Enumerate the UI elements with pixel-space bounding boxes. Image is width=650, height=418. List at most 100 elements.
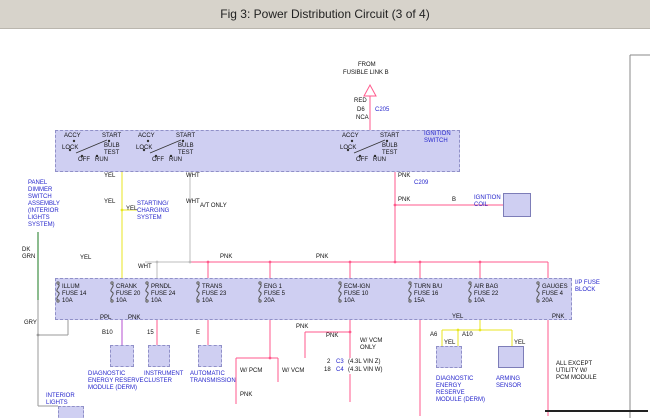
instrument-cluster-label: INSTRUMENT CLUSTER (144, 371, 183, 385)
switch-lever-icon (76, 140, 107, 153)
fuse-number-label: FUSE 16 (414, 291, 438, 298)
fuse-name-label: CRANK (116, 284, 137, 291)
derm-label: DIAGNOSTIC ENERGY RESERVE MODULE (DERM) (88, 371, 143, 392)
fusible-link-arrow-icon (364, 85, 376, 96)
wire-color-yel: YEL (126, 206, 137, 213)
ignition-off-label: OFF (152, 157, 164, 164)
wire-color-red: RED (354, 98, 367, 105)
wire-color-gry: GRY (24, 320, 37, 327)
wire-color-yel: YEL (452, 314, 463, 321)
fuse-symbol-icon (146, 284, 148, 300)
fuse-name-label: PRNDL (151, 284, 171, 291)
starting-charging-label: STARTING/ CHARGING SYSTEM (137, 201, 169, 222)
wiring-diagram-canvas: FROMFUSIBLE LINK BREDD6C205NCAIGNITION S… (0, 0, 650, 418)
wire-junction-dot (479, 329, 482, 332)
switch-contact-icon (386, 140, 388, 142)
switch-lever-icon (150, 140, 181, 153)
ignition-start-label: START (176, 133, 195, 140)
wire-color-pnk: PNK (296, 324, 308, 331)
fuse-terminal-icon (537, 300, 539, 302)
pin-a10: A10 (462, 332, 473, 339)
fuse-name-label: TURN B/U (414, 284, 442, 291)
fuse-terminal-icon (409, 300, 411, 302)
connector-c3-link[interactable]: C3 (336, 359, 344, 366)
fuse-number-label: FUSE 24 (151, 291, 175, 298)
ignition-bulb-test-label: BULB TEST (382, 143, 398, 157)
fuse-terminal-icon (259, 300, 261, 302)
fuse-amp-label: 10A (62, 298, 73, 305)
wire-color-pnk: PNK (398, 197, 410, 204)
fuse-number-label: FUSE 5 (264, 291, 285, 298)
fuse-symbol-icon (197, 284, 199, 300)
wire-junction-dot (394, 261, 397, 264)
wire-layer (0, 0, 650, 418)
fuse-amp-label: 15A (414, 298, 425, 305)
fuse-terminal-icon (111, 282, 113, 284)
fuse-terminal-icon (339, 300, 341, 302)
wire-color-pnk: PNK (326, 333, 338, 340)
ignition-lock-label: LOCK (62, 145, 78, 152)
fuse-terminal-icon (111, 300, 113, 302)
fuse-terminal-icon (146, 300, 148, 302)
fusible-link-label: FUSIBLE LINK B (343, 70, 389, 77)
ignition-accy-label: ACCY (64, 133, 81, 140)
wire-junction-dot (457, 329, 460, 332)
ignition-run-label: RUN (169, 157, 182, 164)
connector-c205-link[interactable]: C205 (375, 107, 389, 114)
wire-color-wht: WHT (138, 264, 152, 271)
fuse-terminal-icon (409, 282, 411, 284)
wire-junction-dot (419, 261, 422, 264)
all-except-note: ALL EXCEPT UTILITY W/ PCM MODULE (556, 361, 597, 382)
fuse-symbol-icon (111, 284, 113, 300)
fuse-terminal-icon (537, 282, 539, 284)
fuse-amp-label: 10A (202, 298, 213, 305)
fuse-name-label: AIR BAG (474, 284, 498, 291)
pin-e: E (196, 330, 200, 337)
switch-contact-icon (351, 140, 353, 142)
fuse-name-label: GAUGES (542, 284, 568, 291)
switch-contact-icon (182, 140, 184, 142)
fuse-name-label: ECM-IGN (344, 284, 370, 291)
automatic-transmission-label: AUTOMATIC TRANSMISSION (190, 371, 236, 385)
w-pcm-label: W/ PCM (240, 368, 262, 375)
wire-junction-dot (207, 261, 210, 264)
wire-color-pnk: PNK (128, 315, 140, 322)
ignition-run-label: RUN (373, 157, 386, 164)
fuse-terminal-icon (197, 300, 199, 302)
pin-15: 15 (147, 330, 154, 337)
ignition-bulb-test-label: BULB TEST (178, 143, 194, 157)
fuse-number-label: FUSE 22 (474, 291, 498, 298)
switch-contact-icon (108, 140, 110, 142)
wire-color-pnk: PNK (552, 314, 564, 321)
fuse-amp-label: 20A (264, 298, 275, 305)
interior-lights-label: INTERIOR LIGHTS (46, 393, 75, 407)
from-label: FROM (358, 62, 376, 69)
fuse-symbol-icon (259, 284, 261, 300)
fuse-terminal-icon (57, 300, 59, 302)
wire-color-yel: YEL (514, 340, 525, 347)
fuse-terminal-icon (469, 300, 471, 302)
wire-color-ppl: PPL (100, 315, 111, 322)
fuse-symbol-icon (57, 284, 59, 300)
fuse-name-label: ILLUM (62, 284, 80, 291)
wire-color-yel: YEL (104, 173, 115, 180)
fuse-name-label: ENG 1 (264, 284, 282, 291)
fuse-name-label: TRANS (202, 284, 222, 291)
wire-color-pnk: PNK (220, 254, 232, 261)
ignition-switch-title: IGNITION SWITCH (424, 131, 451, 145)
wire-junction-dot (349, 261, 352, 264)
pin-b10: B10 (102, 330, 113, 337)
switch-contact-icon (73, 140, 75, 142)
connector-c209-link[interactable]: C209 (414, 180, 428, 187)
fuse-number-label: FUSE 4 (542, 291, 563, 298)
fuse-amp-label: 10A (474, 298, 485, 305)
connector-c4-link[interactable]: C4 (336, 367, 344, 374)
wire-color-yel: YEL (80, 255, 91, 262)
w-vcm-label: W/ VCM (282, 368, 304, 375)
arming-sensor-label: ARMING SENSOR (496, 376, 521, 390)
fuse-symbol-icon (339, 284, 341, 300)
wire-color-yel: YEL (444, 340, 455, 347)
fuse-number-label: FUSE 20 (116, 291, 140, 298)
pin-a6: A6 (430, 332, 437, 339)
wire-junction-dot (269, 261, 272, 264)
